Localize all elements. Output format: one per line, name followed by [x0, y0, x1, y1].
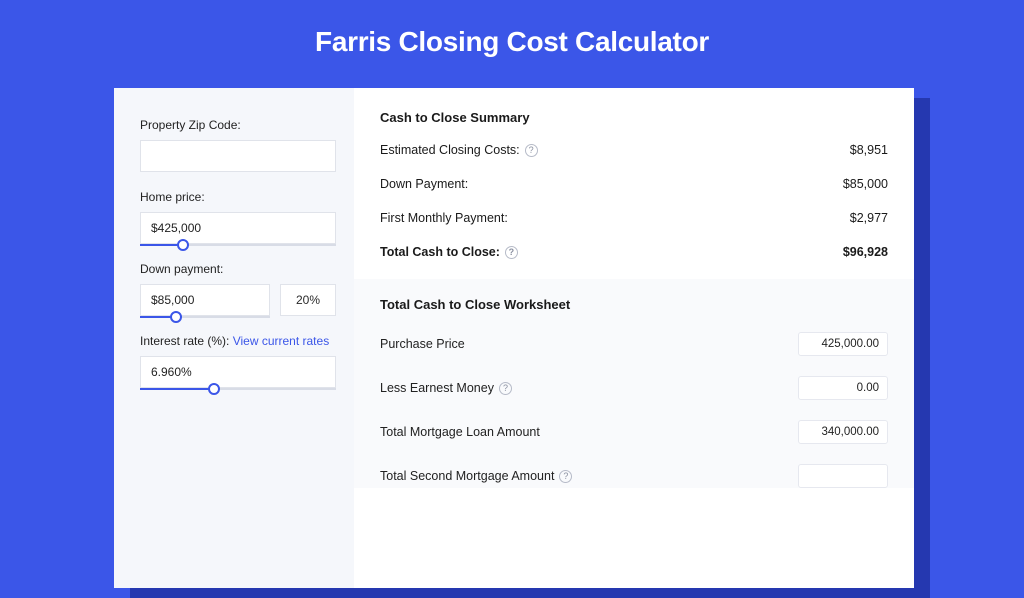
worksheet-label: Less Earnest Money: [380, 381, 494, 395]
interest-rate-label-text: Interest rate (%):: [140, 334, 233, 348]
help-icon[interactable]: ?: [559, 470, 572, 483]
calculator-card: Property Zip Code: Home price: Down paym…: [114, 88, 914, 588]
view-rates-link[interactable]: View current rates: [233, 334, 330, 348]
down-payment-input[interactable]: [140, 284, 270, 316]
home-price-input[interactable]: [140, 212, 336, 244]
interest-rate-slider-fill: [140, 388, 214, 390]
home-price-slider-thumb[interactable]: [177, 239, 189, 251]
interest-rate-input[interactable]: [140, 356, 336, 388]
worksheet-label: Total Second Mortgage Amount: [380, 469, 554, 483]
summary-label: Estimated Closing Costs:: [380, 143, 520, 157]
summary-total-label: Total Cash to Close:: [380, 245, 500, 259]
summary-title: Cash to Close Summary: [380, 110, 888, 125]
page-title: Farris Closing Cost Calculator: [0, 0, 1024, 78]
results-panel: Cash to Close Summary Estimated Closing …: [354, 88, 914, 588]
down-payment-percent[interactable]: 20%: [280, 284, 336, 316]
summary-value: $85,000: [843, 177, 888, 191]
summary-label: Down Payment:: [380, 177, 468, 191]
worksheet-value[interactable]: 425,000.00: [798, 332, 888, 356]
summary-row-closing-costs: Estimated Closing Costs: ? $8,951: [380, 143, 888, 157]
down-payment-label: Down payment:: [140, 262, 336, 276]
summary-value: $2,977: [850, 211, 888, 225]
help-icon[interactable]: ?: [525, 144, 538, 157]
summary-row-total: Total Cash to Close: ? $96,928: [380, 245, 888, 259]
summary-value: $8,951: [850, 143, 888, 157]
down-payment-field: Down payment: 20%: [140, 262, 336, 316]
interest-rate-input-wrap: [140, 356, 336, 388]
worksheet-value[interactable]: [798, 464, 888, 488]
zip-input[interactable]: [140, 140, 336, 172]
summary-row-first-payment: First Monthly Payment: $2,977: [380, 211, 888, 225]
interest-rate-label: Interest rate (%): View current rates: [140, 334, 336, 348]
summary-label: First Monthly Payment:: [380, 211, 508, 225]
home-price-input-wrap: [140, 212, 336, 244]
summary-row-down-payment: Down Payment: $85,000: [380, 177, 888, 191]
worksheet-value[interactable]: 340,000.00: [798, 420, 888, 444]
worksheet-panel: Total Cash to Close Worksheet Purchase P…: [354, 279, 914, 488]
home-price-label: Home price:: [140, 190, 336, 204]
help-icon[interactable]: ?: [499, 382, 512, 395]
down-payment-slider-thumb[interactable]: [170, 311, 182, 323]
zip-label: Property Zip Code:: [140, 118, 336, 132]
inputs-panel: Property Zip Code: Home price: Down paym…: [114, 88, 354, 588]
summary-total-value: $96,928: [843, 245, 888, 259]
down-payment-input-wrap: [140, 284, 270, 316]
interest-rate-slider-thumb[interactable]: [208, 383, 220, 395]
worksheet-row-mortgage-amount: Total Mortgage Loan Amount 340,000.00: [380, 420, 888, 444]
worksheet-value[interactable]: 0.00: [798, 376, 888, 400]
worksheet-title: Total Cash to Close Worksheet: [380, 297, 888, 312]
home-price-field: Home price:: [140, 190, 336, 244]
worksheet-label: Total Mortgage Loan Amount: [380, 425, 540, 439]
worksheet-label: Purchase Price: [380, 337, 465, 351]
worksheet-row-purchase-price: Purchase Price 425,000.00: [380, 332, 888, 356]
worksheet-row-earnest-money: Less Earnest Money ? 0.00: [380, 376, 888, 400]
zip-field: Property Zip Code:: [140, 118, 336, 172]
worksheet-row-second-mortgage: Total Second Mortgage Amount ?: [380, 464, 888, 488]
help-icon[interactable]: ?: [505, 246, 518, 259]
interest-rate-field: Interest rate (%): View current rates: [140, 334, 336, 388]
